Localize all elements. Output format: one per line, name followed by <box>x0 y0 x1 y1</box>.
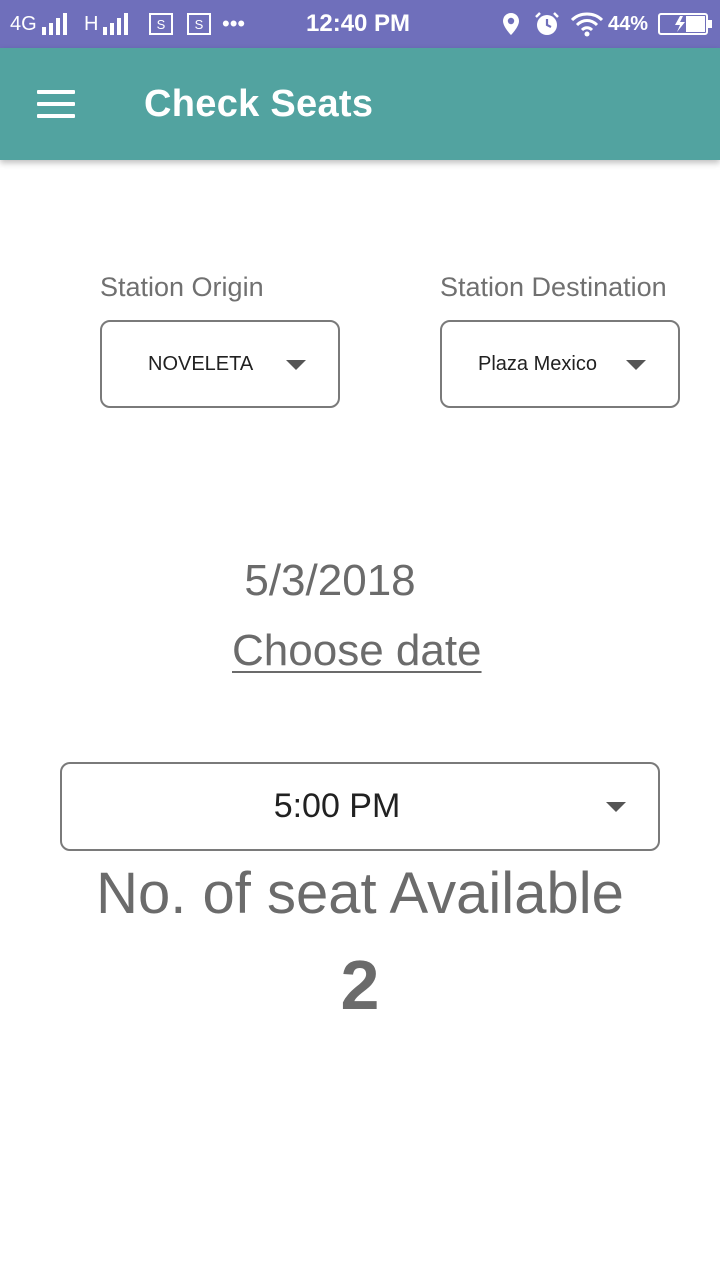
station-origin-dropdown[interactable]: NOVELETA <box>100 320 340 408</box>
hamburger-menu-icon[interactable] <box>26 74 86 134</box>
location-icon <box>502 0 520 48</box>
station-origin-label: Station Origin <box>100 272 264 302</box>
choose-date-link[interactable]: Choose date <box>232 626 482 676</box>
alarm-icon <box>534 0 560 48</box>
network-4g-indicator: 4G <box>10 0 71 48</box>
station-destination-value: Plaza Mexico <box>478 352 597 375</box>
status-bar: 4G H S S ••• 12:40 PM 44% <box>0 0 720 48</box>
app-bar: Check Seats <box>0 48 720 160</box>
svg-text:S: S <box>195 17 204 32</box>
network-4g-label: 4G <box>10 12 37 35</box>
battery-percentage: 44% <box>608 12 649 35</box>
chevron-down-icon <box>606 802 626 812</box>
signal-strength-icon <box>41 13 67 35</box>
screenshot-notification-icon: S <box>148 0 174 48</box>
network-h-label: H <box>84 12 99 35</box>
screenshot-notification-icon: S <box>186 0 212 48</box>
seats-available-count: 2 <box>340 946 380 1024</box>
wifi-icon <box>570 0 604 48</box>
battery-charging-icon <box>658 0 714 48</box>
svg-text:S: S <box>157 17 166 32</box>
network-h-indicator: H <box>84 0 132 48</box>
station-origin-value: NOVELETA <box>148 352 254 375</box>
station-destination-label: Station Destination <box>440 272 667 302</box>
seats-available-label: No. of seat Available <box>96 861 624 926</box>
chevron-down-icon <box>626 360 646 370</box>
selected-date: 5/3/2018 <box>244 556 416 605</box>
signal-strength-icon <box>103 13 129 35</box>
time-value: 5:00 PM <box>273 787 401 825</box>
time-dropdown[interactable]: 5:00 PM <box>60 762 660 851</box>
page-title: Check Seats <box>144 82 374 125</box>
station-destination-dropdown[interactable]: Plaza Mexico <box>440 320 680 408</box>
clock: 12:40 PM <box>306 10 411 37</box>
more-notifications-icon: ••• <box>222 11 246 36</box>
chevron-down-icon <box>286 360 306 370</box>
